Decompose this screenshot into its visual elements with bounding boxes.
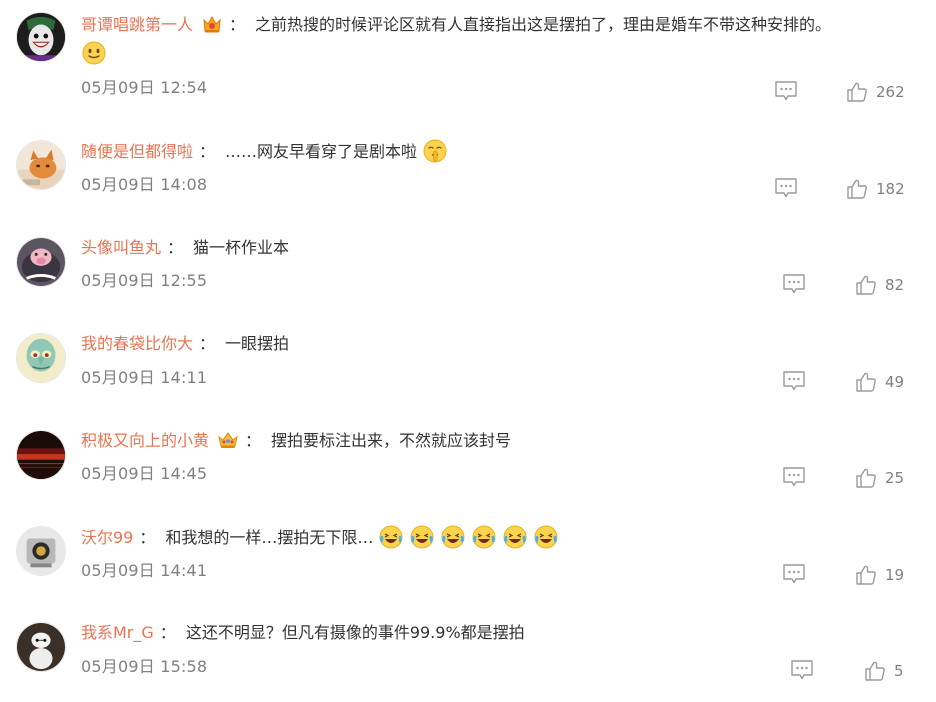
laughing-crying-emoji-icon [409, 524, 435, 550]
comment-text-line: 哥谭唱跳第一人 ： 之前热搜的时候评论区就有人直接指出这是摆拍了，理由是婚车不带这种… [81, 12, 831, 38]
like-button[interactable]: 5 [864, 660, 904, 682]
comment-content: 这还不明显？但凡有摄像的事件99.9%都是摆拍 [185, 623, 525, 642]
comment-icon [791, 660, 813, 680]
reply-button[interactable] [774, 80, 798, 102]
colon-separator: ： [167, 238, 184, 257]
laughing-crying-emoji-icon [378, 524, 404, 550]
like-count: 25 [885, 469, 905, 487]
like-count: 49 [885, 373, 905, 391]
avatar-joker-image [17, 13, 65, 61]
comment-icon [775, 81, 797, 101]
like-count: 262 [876, 83, 905, 101]
like-button[interactable]: 25 [855, 467, 904, 489]
reply-button[interactable] [782, 370, 806, 392]
comment-time: 05月09日 15:58 [81, 657, 208, 676]
comment-time: 05月09日 14:41 [81, 561, 208, 580]
reply-button[interactable] [774, 177, 798, 199]
like-count: 5 [894, 662, 904, 680]
like-count: 19 [885, 566, 905, 584]
laughing-crying-emoji-icon [440, 524, 466, 550]
avatar[interactable] [16, 12, 66, 62]
thumbs-up-icon [856, 468, 876, 488]
reply-button[interactable] [782, 273, 806, 295]
shushing-face-emoji-icon [422, 138, 448, 164]
colon-separator: ： [199, 334, 216, 353]
avatar-sunset-image [17, 431, 65, 479]
comment-list: 哥谭唱跳第一人 ： 之前热搜的时候评论区就有人直接指出这是摆拍了，理由是婚车不带这种… [0, 0, 936, 702]
comment-text-line: 头像叫鱼丸 ： 猫一杯作业本 [81, 235, 289, 261]
comment-time: 05月09日 12:54 [81, 78, 208, 97]
comment-text-line: 沃尔99 ： 和我想的一样…摆拍无下限… [81, 524, 559, 550]
colon-separator: ： [139, 528, 156, 547]
thumbs-up-icon [847, 179, 867, 199]
comment-text-line: 我的春袋比你大 ： 一眼摆拍 [81, 331, 289, 357]
reply-button[interactable] [782, 466, 806, 488]
comment-text-line: 随便是但都得啦 ： ……网友早看穿了是剧本啦 [81, 138, 448, 164]
avatar-object-image [17, 527, 65, 575]
comment-content: 一眼摆拍 [225, 334, 290, 353]
like-button[interactable]: 19 [855, 564, 904, 586]
avatar[interactable] [16, 140, 66, 190]
avatar-squidward-image [17, 334, 65, 382]
comment-content: 和我想的一样…摆拍无下限… [165, 528, 374, 547]
username-link[interactable]: 哥谭唱跳第一人 [81, 15, 193, 34]
avatar-cat-image [17, 141, 65, 189]
username-link[interactable]: 随便是但都得啦 [81, 142, 193, 161]
comment-text-line: 积极又向上的小黄 ： 摆拍要标注出来，不然就应该封号 [81, 428, 511, 454]
comment-content: 之前热搜的时候评论区就有人直接指出这是摆拍了，理由是婚车不带这种安排的。 [255, 15, 832, 34]
avatar-pig-image [17, 238, 65, 286]
like-button[interactable]: 182 [846, 178, 905, 200]
colon-separator: ： [245, 431, 262, 450]
like-button[interactable]: 262 [846, 81, 905, 103]
colon-separator: ： [159, 623, 176, 642]
avatar[interactable] [16, 622, 66, 672]
username-link[interactable]: 头像叫鱼丸 [81, 238, 161, 257]
username-link[interactable]: 积极又向上的小黄 [81, 431, 209, 450]
comment-time: 05月09日 14:08 [81, 175, 208, 194]
comment-icon [783, 467, 805, 487]
colon-separator: ： [199, 142, 216, 161]
like-count: 182 [876, 180, 905, 198]
username-link[interactable]: 我的春袋比你大 [81, 334, 193, 353]
username-link[interactable]: 沃尔99 [81, 528, 133, 547]
avatar[interactable] [16, 430, 66, 480]
laughing-crying-emoji-icon [502, 524, 528, 550]
avatar-baymax-image [17, 623, 65, 671]
thumbs-up-icon [847, 82, 867, 102]
comment-time: 05月09日 12:55 [81, 271, 208, 290]
comment-content: 摆拍要标注出来，不然就应该封号 [271, 431, 512, 450]
smiling-face-emoji-icon [81, 40, 107, 66]
comment-time: 05月09日 14:11 [81, 368, 208, 387]
thumbs-up-icon [856, 372, 876, 392]
colon-separator: ： [229, 15, 246, 34]
comment-icon [783, 371, 805, 391]
avatar[interactable] [16, 237, 66, 287]
like-button[interactable]: 49 [855, 371, 904, 393]
like-count: 82 [885, 276, 905, 294]
laughing-crying-emoji-icon [471, 524, 497, 550]
comment-icon [783, 274, 805, 294]
vip-crown-badge-icon[interactable] [201, 14, 223, 34]
avatar[interactable] [16, 333, 66, 383]
thumbs-up-icon [856, 275, 876, 295]
laughing-crying-emoji-icon [533, 524, 559, 550]
reply-button[interactable] [790, 659, 814, 681]
thumbs-up-icon [856, 565, 876, 585]
comment-time: 05月09日 14:45 [81, 464, 208, 483]
username-link[interactable]: 我系Mr_G [81, 623, 154, 642]
comment-icon [783, 564, 805, 584]
vip-crown-badge-icon[interactable] [217, 430, 239, 450]
avatar[interactable] [16, 526, 66, 576]
like-button[interactable]: 82 [855, 274, 904, 296]
comment-content: ……网友早看穿了是剧本啦 [225, 142, 418, 161]
comment-text-line: 我系Mr_G ： 这还不明显？但凡有摄像的事件99.9%都是摆拍 [81, 620, 525, 646]
comment-content: 猫一杯作业本 [193, 238, 290, 257]
thumbs-up-icon [865, 661, 885, 681]
reply-button[interactable] [782, 563, 806, 585]
comment-icon [775, 178, 797, 198]
